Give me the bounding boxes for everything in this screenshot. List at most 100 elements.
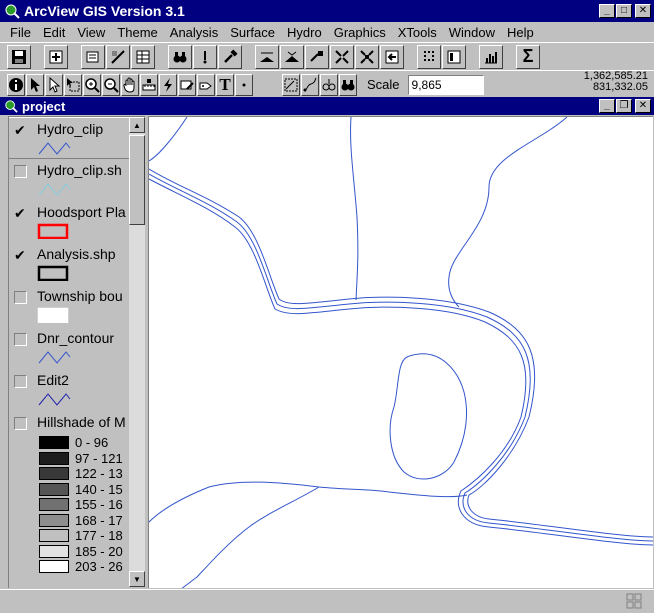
find-tool[interactable] — [339, 73, 357, 96]
stream-line — [181, 486, 320, 588]
layer-item[interactable]: ✔ Hydro_clip — [9, 117, 129, 159]
measure-icon — [142, 78, 156, 90]
vertex-pointer-icon — [49, 76, 61, 93]
line-symbol-icon[interactable] — [37, 349, 71, 365]
layer-item[interactable]: Hillshade of M — [9, 411, 129, 435]
polygon-symbol-icon[interactable] — [37, 265, 71, 281]
layer-item[interactable]: Edit2 — [9, 369, 129, 411]
menu-view[interactable]: View — [71, 25, 111, 40]
line-symbol-icon[interactable] — [37, 181, 71, 197]
menu-bar: File Edit View Theme Analysis Surface Hy… — [0, 22, 654, 42]
checkbox-empty[interactable] — [14, 333, 27, 346]
checkmark-icon[interactable]: ✔ — [14, 248, 27, 262]
locate-icon — [203, 50, 207, 63]
zoom-out-tool[interactable] — [102, 73, 120, 96]
scale-input[interactable] — [407, 74, 484, 95]
restore-icon: ❐ — [619, 100, 629, 111]
menu-surface[interactable]: Surface — [224, 25, 281, 40]
line-symbol-icon[interactable] — [37, 391, 71, 407]
layer-name: Hydro_clip.sh — [37, 162, 122, 178]
menu-graphics[interactable]: Graphics — [328, 25, 392, 40]
view-close-button[interactable]: ✕ — [635, 99, 651, 113]
find-button[interactable] — [168, 44, 192, 69]
pointer-tool[interactable] — [26, 73, 44, 96]
layer-item[interactable]: Dnr_contour — [9, 327, 129, 369]
draw-point-tool[interactable] — [235, 73, 253, 96]
hot-link-tool[interactable] — [159, 73, 177, 96]
layer-item[interactable]: Hydro_clip.sh — [9, 159, 129, 201]
draw-grid-tool[interactable] — [282, 73, 300, 96]
line-symbol-icon[interactable] — [37, 140, 71, 156]
create-chart-button[interactable] — [479, 44, 503, 69]
menu-hydro[interactable]: Hydro — [281, 25, 328, 40]
view-minimize-button[interactable]: _ — [599, 99, 615, 113]
open-attributes-button[interactable] — [131, 44, 155, 69]
menu-xtools[interactable]: XTools — [392, 25, 443, 40]
add-theme-button[interactable] — [44, 44, 68, 69]
checkmark-icon[interactable]: ✔ — [14, 123, 27, 137]
zoom-out-button[interactable] — [355, 44, 379, 69]
legend-label: 177 - 18 — [75, 528, 123, 543]
stream-line — [149, 481, 468, 523]
checkbox-empty[interactable] — [14, 375, 27, 388]
minimize-button[interactable]: _ — [599, 4, 615, 18]
legend-swatch — [39, 560, 69, 573]
checkbox-empty[interactable] — [14, 291, 27, 304]
pan-tool[interactable] — [121, 73, 139, 96]
summarize-button[interactable]: Σ — [516, 44, 540, 69]
checkmark-icon[interactable]: ✔ — [14, 206, 27, 220]
scroll-down-button[interactable]: ▼ — [129, 571, 145, 587]
menu-theme[interactable]: Theme — [111, 25, 163, 40]
menu-window[interactable]: Window — [443, 25, 501, 40]
map-display[interactable] — [148, 116, 653, 588]
zoom-active-themes-button[interactable] — [280, 44, 304, 69]
close-button[interactable]: ✕ — [635, 4, 651, 18]
area-of-interest-tool[interactable] — [178, 73, 196, 96]
menu-analysis[interactable]: Analysis — [164, 25, 224, 40]
select-feature-tool[interactable] — [64, 73, 82, 96]
zoom-in-tool[interactable] — [83, 73, 101, 96]
zoom-previous-button[interactable] — [380, 44, 404, 69]
view-restore-button[interactable]: ❐ — [616, 99, 632, 113]
select-features-button[interactable] — [417, 44, 441, 69]
zoom-full-extent-button[interactable] — [255, 44, 279, 69]
close-icon: ✕ — [638, 100, 648, 111]
clear-selection-icon — [447, 50, 461, 63]
zoom-in-button[interactable] — [330, 44, 354, 69]
layer-item[interactable]: ✔ Analysis.shp — [9, 243, 129, 285]
stream-line — [350, 117, 359, 301]
toc-scrollbar[interactable]: ▲ ▼ — [129, 117, 145, 587]
scroll-up-button[interactable]: ▲ — [129, 117, 145, 133]
legend-label: 97 - 121 — [75, 450, 123, 466]
vertex-edit-tool[interactable] — [45, 73, 63, 96]
measure-tool[interactable] — [140, 73, 158, 96]
maximize-button[interactable]: □ — [616, 4, 632, 18]
polygon-symbol-icon[interactable] — [37, 223, 71, 239]
text-tool[interactable]: T — [216, 73, 234, 96]
menu-file[interactable]: File — [4, 25, 37, 40]
scroll-thumb[interactable] — [129, 135, 145, 225]
map-canvas[interactable] — [149, 117, 653, 588]
menu-help[interactable]: Help — [501, 25, 540, 40]
polygon-symbol-icon[interactable] — [37, 307, 71, 323]
menu-edit[interactable]: Edit — [37, 25, 71, 40]
edit-legend-button[interactable] — [106, 44, 130, 69]
flow-path-tool[interactable] — [301, 73, 319, 96]
coordinate-readout: 1,362,585.21 831,332.05 — [584, 71, 648, 93]
checkbox-empty[interactable] — [14, 417, 27, 430]
locate-address-button[interactable] — [193, 44, 217, 69]
layer-item[interactable]: Township bou — [9, 285, 129, 327]
checkbox-empty[interactable] — [14, 165, 27, 178]
clear-selection-button[interactable] — [442, 44, 466, 69]
layer-item[interactable]: ✔ Hoodsport Pla — [9, 201, 129, 243]
identify-tool[interactable] — [7, 73, 25, 96]
resize-grip-icon[interactable] — [626, 593, 642, 609]
save-project-button[interactable] — [7, 44, 31, 69]
zoom-selected-button[interactable] — [305, 44, 329, 69]
river-line — [149, 178, 653, 546]
layer-name: Hoodsport Pla — [37, 204, 126, 220]
label-tool[interactable] — [197, 73, 215, 96]
watershed-tool[interactable] — [320, 73, 338, 96]
query-builder-button[interactable] — [218, 44, 242, 69]
theme-properties-button[interactable] — [81, 44, 105, 69]
